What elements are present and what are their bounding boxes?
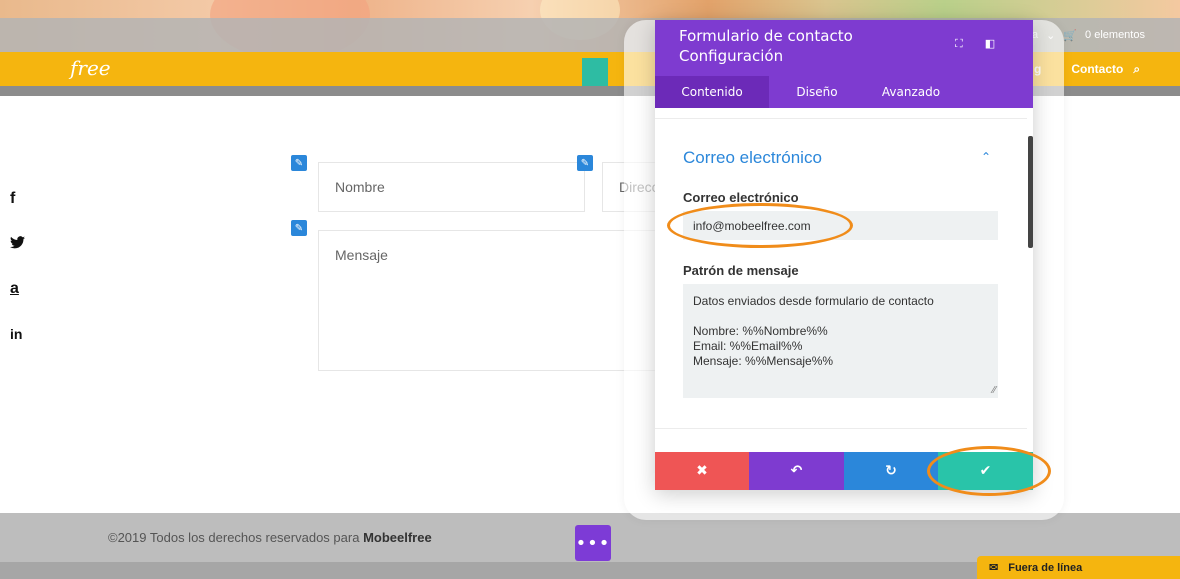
name-field[interactable]: Nombre (318, 162, 585, 212)
resize-handle-icon[interactable]: ⁄⁄ (993, 383, 996, 398)
offline-chat-tab[interactable]: ✉ Fuera de línea (977, 556, 1180, 579)
brand-name: Mobeelfree (363, 530, 432, 545)
settings-modal: Formulario de contacto Configuración ⛶ ◧… (655, 20, 1033, 490)
discard-button[interactable]: ✖ (655, 452, 749, 490)
edit-name-field-icon[interactable]: ✎ (291, 155, 307, 171)
modal-body: Correo electrónico ⌃ Correo electrónico … (655, 108, 1033, 452)
social-links: f a in (10, 190, 26, 342)
modal-header: Formulario de contacto Configuración ⛶ ◧… (655, 20, 1033, 108)
pattern-textarea[interactable]: Datos enviados desde formulario de conta… (683, 284, 998, 398)
modal-title: Formulario de contacto Configuración (679, 27, 853, 65)
modal-tabs: Contenido Diseño Avanzado (655, 76, 1033, 108)
sidebar-toggle-icon[interactable]: ◧ (985, 37, 995, 51)
tab-contenido[interactable]: Contenido (655, 76, 769, 108)
modal-header-icons: ⛶ ◧ (955, 37, 995, 51)
message-field[interactable]: Mensaje (318, 230, 658, 371)
section-title[interactable]: Correo electrónico (683, 148, 822, 168)
pattern-label: Patrón de mensaje (683, 263, 799, 278)
tab-diseno[interactable]: Diseño (769, 76, 865, 108)
page: free a ⌄ 🛒 0 elementos g Contacto ⌕ f a … (0, 0, 1180, 579)
offline-label: Fuera de línea (1008, 561, 1083, 574)
cart-count[interactable]: 0 elementos (1085, 29, 1145, 41)
save-highlight-ring (927, 446, 1051, 496)
twitter-icon[interactable] (10, 236, 26, 252)
facebook-icon[interactable]: f (10, 190, 26, 208)
redo-button[interactable]: ↻ (844, 452, 938, 490)
site-logo[interactable]: free (70, 56, 111, 80)
email-highlight-ring (667, 203, 853, 248)
nav-accent-tab[interactable] (582, 58, 608, 86)
cart-icon[interactable]: 🛒 (1063, 29, 1077, 42)
nav-item-contacto[interactable]: Contacto (1071, 62, 1123, 76)
tab-avanzado[interactable]: Avanzado (865, 76, 957, 108)
edit-message-field-icon[interactable]: ✎ (291, 220, 307, 236)
undo-button[interactable]: ↶ (749, 452, 844, 490)
edit-address-field-icon[interactable]: ✎ (577, 155, 593, 171)
modal-scrollbar[interactable] (1028, 136, 1033, 248)
more-options-button[interactable]: ••• (575, 525, 611, 561)
linkedin-icon[interactable]: in (10, 326, 26, 342)
amazon-icon[interactable]: a (10, 280, 26, 298)
envelope-icon: ✉ (989, 562, 999, 574)
search-icon[interactable]: ⌕ (1133, 62, 1140, 77)
copyright-text: ©2019 Todos los derechos reservados para… (108, 530, 432, 545)
fullscreen-icon[interactable]: ⛶ (955, 37, 963, 51)
chevron-up-icon[interactable]: ⌃ (981, 150, 991, 164)
